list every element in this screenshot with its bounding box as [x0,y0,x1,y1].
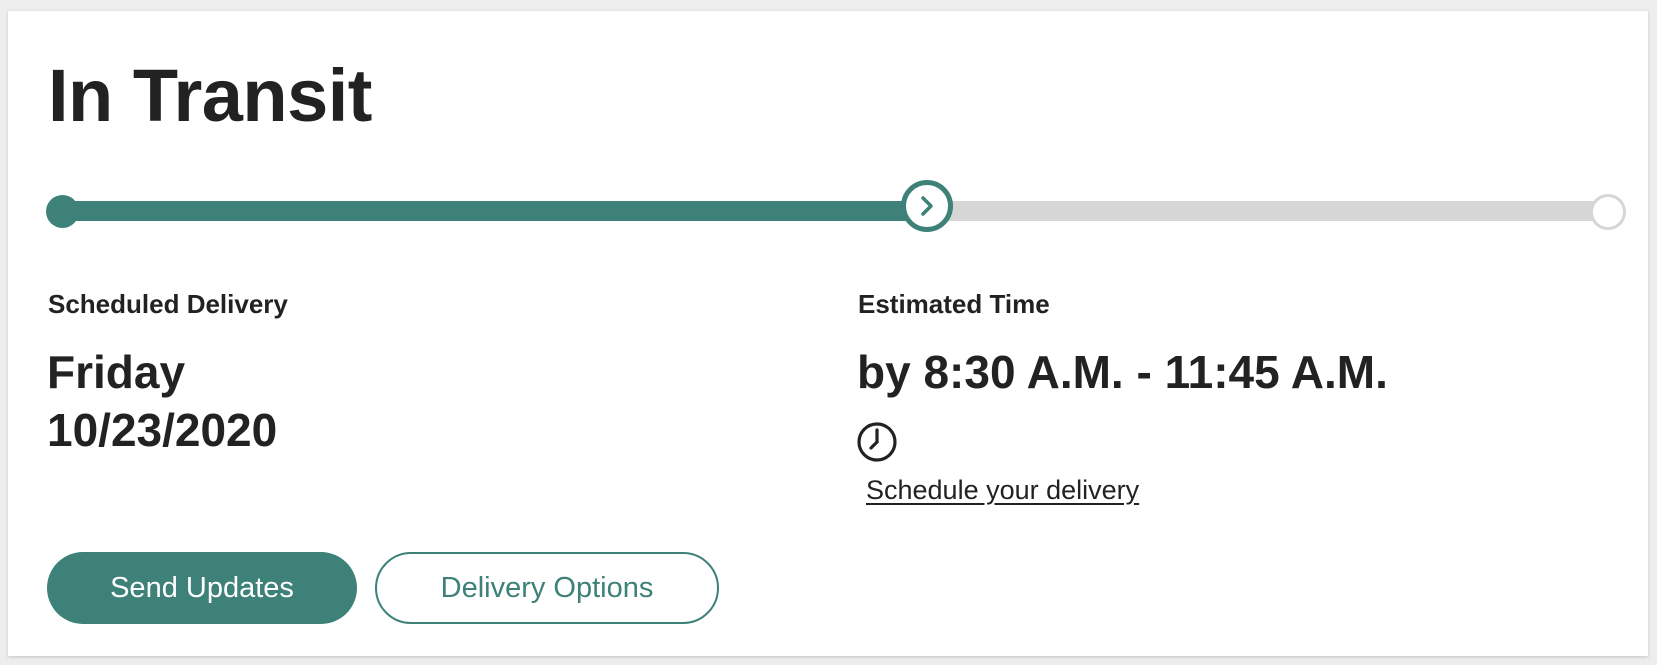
delivery-status-card: In Transit Scheduled Delivery Friday 10/… [8,11,1648,656]
estimated-time-value: by 8:30 A.M. - 11:45 A.M. [857,346,1388,398]
scheduled-delivery-label: Scheduled Delivery [48,289,288,319]
send-updates-button[interactable]: Send Updates [47,552,357,624]
delivery-options-button[interactable]: Delivery Options [375,552,719,624]
chevron-right-icon [920,196,933,216]
estimated-time-label: Estimated Time [858,289,1050,319]
progress-end-node [1590,194,1626,230]
scheduled-delivery-date: 10/23/2020 [47,404,278,456]
scheduled-delivery-day: Friday [47,346,186,398]
progress-current-node [900,180,953,232]
clock-icon [857,422,897,462]
progress-start-node [46,195,79,228]
progress-fill [62,201,927,221]
status-title: In Transit [48,54,372,137]
delivery-progress-bar [46,179,1626,243]
schedule-delivery-link[interactable]: Schedule your delivery [866,475,1139,506]
